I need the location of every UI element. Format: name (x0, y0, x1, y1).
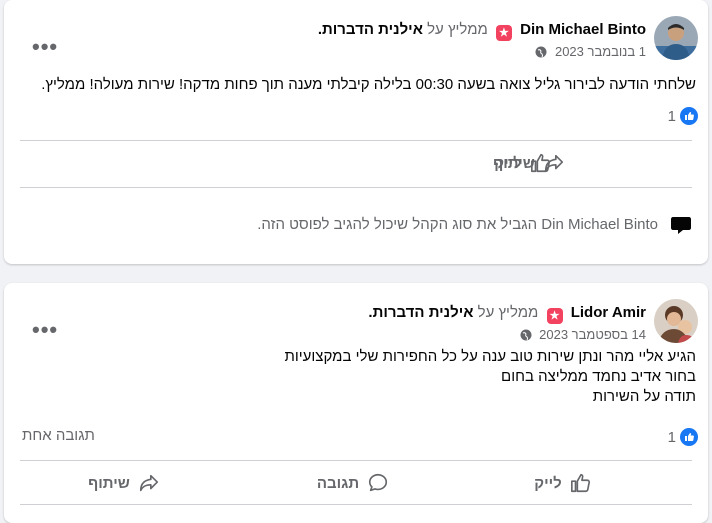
comment-button[interactable]: תגובה (298, 465, 408, 501)
share-arrow-icon (139, 474, 158, 492)
comment-bubble-icon (369, 473, 388, 492)
page-link[interactable]: אילנית הדברות (322, 21, 423, 38)
avatar[interactable] (654, 16, 698, 60)
share-arrow-icon (544, 154, 563, 172)
divider (20, 187, 692, 188)
post-header: Lidor Amir ★ ממליץ על אילנית הדברות. 14 … (14, 299, 698, 347)
thumbs-up-icon (570, 473, 590, 493)
comments-count[interactable]: תגובה אחת (22, 427, 95, 444)
thumbs-up-icon (680, 107, 698, 125)
share-button[interactable]: שיתוף (69, 465, 179, 501)
post-date[interactable]: 1 בנובמבר 2023 (555, 44, 646, 59)
likes-count: 1 (667, 428, 676, 446)
reactions-summary[interactable]: 1 (668, 427, 698, 447)
post-text: הגיע אליי מהר ונתן שירות טוב ענה על כל ה… (284, 348, 696, 405)
divider (20, 140, 692, 141)
more-options-icon[interactable]: ••• (32, 319, 58, 341)
divider (20, 504, 692, 505)
author-name[interactable]: Lidor Amir (571, 304, 646, 321)
share-button[interactable]: שיתוף (474, 145, 584, 181)
page-link[interactable]: אילנית הדברות (373, 304, 474, 321)
globe-icon (535, 45, 547, 63)
post-date[interactable]: 14 בספטמבר 2023 (539, 327, 646, 342)
comment-restriction-notice: Din Michael Binto הגביל את סוג הקהל שיכו… (14, 206, 698, 242)
speech-bubble-icon (664, 207, 698, 241)
recommend-icon: ★ (546, 308, 563, 324)
divider (20, 460, 692, 461)
likes-count: 1 (667, 107, 676, 125)
reactions-summary[interactable]: 1 (668, 106, 698, 126)
avatar[interactable] (654, 299, 698, 343)
more-options-icon[interactable]: ••• (32, 36, 58, 58)
recommends-label: ממליץ על (477, 304, 539, 321)
post-card: Din Michael Binto ★ ממליץ על אילנית הדבר… (4, 0, 708, 264)
recommend-icon: ★ (495, 25, 512, 41)
author-name[interactable]: Din Michael Binto (520, 21, 646, 38)
post-header: Din Michael Binto ★ ממליץ על אילנית הדבר… (14, 16, 698, 64)
restriction-text: Din Michael Binto הגביל את סוג הקהל שיכו… (257, 215, 658, 233)
thumbs-up-icon (680, 428, 698, 446)
like-button[interactable]: לייק (508, 465, 618, 501)
post-text: שלחתי הודעה לבירור גליל צואה בשעה 00:30 … (41, 76, 696, 93)
globe-icon (520, 328, 532, 346)
post-card: Lidor Amir ★ ממליץ על אילנית הדברות. 14 … (4, 283, 708, 523)
recommends-label: ממליץ על (427, 21, 488, 38)
